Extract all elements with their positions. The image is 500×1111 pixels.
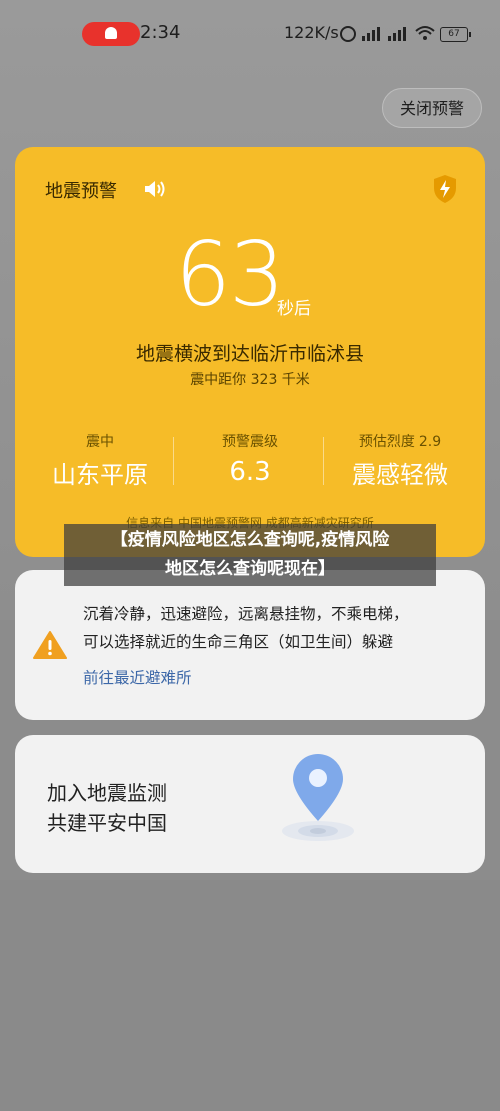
divider: [173, 437, 174, 485]
shield-lightning-icon: [434, 175, 456, 203]
epicenter-stat: 震中 山东平原: [25, 431, 175, 490]
magnitude-label: 预警震级: [222, 434, 278, 450]
overlay-banner: 【疫情风险地区怎么查询呢,疫情风险 地区怎么查询呢现在】: [64, 524, 436, 586]
divider: [323, 437, 324, 485]
intensity-number: 2.9: [418, 434, 442, 450]
signal-icon: [362, 25, 384, 41]
alarm-clock-icon: [340, 26, 356, 42]
epicenter-label: 震中: [86, 434, 114, 450]
network-speed: 122K/s: [284, 23, 339, 42]
epicenter-value: 山东平原: [52, 461, 148, 489]
background-bottom: [0, 880, 500, 1111]
speaker-icon[interactable]: [143, 180, 169, 198]
signal-icon: [388, 25, 410, 41]
advice-line: 可以选择就近的生命三角区（如卫生间）躲避: [83, 633, 394, 651]
magnitude-stat: 预警震级 6.3: [175, 431, 325, 487]
wave-arrival-text: 地震横波到达临沂市临沭县: [135, 343, 364, 365]
epicenter-distance: 震中距你 323 千米: [190, 372, 310, 388]
join-monitoring-card[interactable]: 加入地震监测 共建平安中国: [15, 735, 485, 873]
banner-line: 地区怎么查询呢现在】: [165, 559, 335, 579]
join-line-2: 共建平安中国: [47, 811, 167, 835]
earthquake-alert-card: 地震预警 63 秒后 地震横波到达临沂市临沭县 震中距你 323 千米 震中 山…: [15, 147, 485, 557]
intensity-label: 预估烈度: [358, 434, 415, 450]
intensity-label-row: 预估烈度 2.9: [325, 431, 475, 451]
banner-line: 【疫情风险地区怎么查询呢,疫情风险: [110, 530, 390, 550]
safety-advice-card: 沉着冷静，迅速避险，远离悬挂物，不乘电梯， 可以选择就近的生命三角区（如卫生间）…: [15, 570, 485, 720]
join-line-1: 加入地震监测: [47, 781, 167, 805]
intensity-value: 震感轻微: [352, 461, 448, 489]
status-time: 2:34: [140, 22, 181, 43]
notification-pill[interactable]: [82, 22, 140, 46]
magnitude-value: 6.3: [229, 457, 271, 487]
close-alert-button[interactable]: 关闭预警: [382, 88, 482, 128]
safety-advice-text: 沉着冷静，迅速避险，远离悬挂物，不乘电梯， 可以选择就近的生命三角区（如卫生间）…: [83, 600, 473, 656]
status-bar: 2:34 122K/s 67: [0, 0, 500, 68]
countdown-unit: 秒后: [277, 299, 311, 319]
battery-icon: 67: [440, 27, 471, 42]
nearest-shelter-link[interactable]: 前往最近避难所: [83, 666, 192, 688]
location-pin-icon: [282, 754, 354, 841]
alarm-bell-icon: [105, 27, 117, 39]
advice-line: 沉着冷静，迅速避险，远离悬挂物，不乘电梯，: [83, 605, 409, 623]
countdown-seconds: 63: [175, 223, 285, 326]
card-title: 地震预警: [45, 181, 117, 202]
warning-triangle-icon: [33, 631, 67, 659]
intensity-stat: 预估烈度 2.9 震感轻微: [325, 431, 475, 490]
wifi-icon: [415, 25, 435, 41]
